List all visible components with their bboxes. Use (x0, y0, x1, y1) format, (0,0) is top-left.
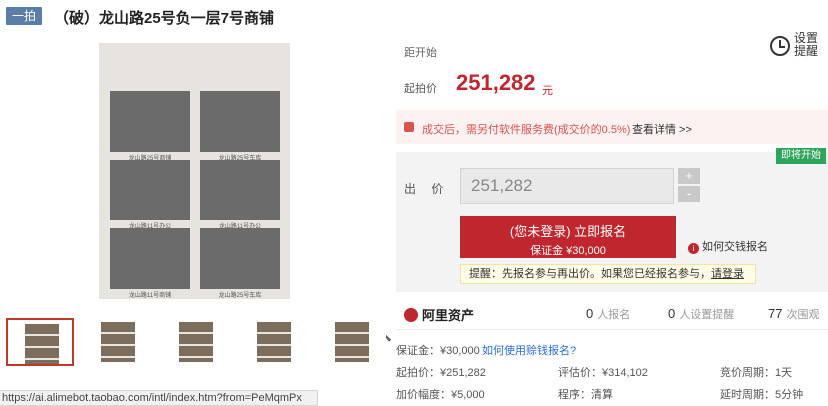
auction-round-tag: 一拍 (6, 7, 43, 25)
views-count: 77 次围观 (768, 306, 820, 321)
bid-area: 即将开始 出 价 251,282 + - (您未登录) 立即报名 保证金 ¥30… (396, 148, 828, 292)
photo-cell: 龙山路25号车库 (200, 91, 280, 162)
page-title: （破）龙山路25号负一层7号商铺 (54, 10, 275, 27)
ali-assets-logo-icon (404, 308, 418, 322)
view-details-link[interactable]: 查看详情 >> (632, 121, 692, 137)
status-badge: 即将开始 (776, 148, 826, 164)
service-fee-text: 成交后，需另付软件服务费(成交价的0.5%) (422, 124, 631, 136)
start-price-info: 起拍价：¥251,282 (396, 367, 486, 379)
set-reminder-button[interactable]: 设置提醒 (770, 31, 826, 68)
info-icon: i (688, 243, 699, 254)
login-link[interactable]: 请登录 (711, 268, 744, 280)
appraisal-info: 评估价：¥314,102 (558, 367, 648, 379)
signup-deposit-label: 保证金 ¥30,000 (530, 245, 606, 257)
thumbnail[interactable] (240, 318, 308, 366)
procedure-info: 程序：清算 (558, 389, 613, 401)
property-photo: 龙山路25号商铺 龙山路25号车库 龙山路11号办公 龙山路11号办公 龙山路1… (99, 43, 290, 299)
alarm-clock-icon (770, 36, 790, 56)
reminders-count: 0 人设置提醒 (668, 306, 735, 321)
photo-cell: 龙山路11号商铺 (110, 228, 190, 299)
increase-bid-button[interactable]: + (678, 168, 700, 184)
stats-row: 阿里资产 0 人报名 0 人设置提醒 77 次围观 (396, 300, 828, 330)
increment-info: 加价幅度：¥5,000 (396, 389, 485, 401)
link-status-bar: https://ai.alimebot.taobao.com/intl/inde… (0, 390, 318, 406)
main-image[interactable]: 龙山路25号商铺 龙山路25号车库 龙山路11号办公 龙山路11号办公 龙山路1… (6, 43, 392, 342)
login-tip-text: 提醒：先报名参与再出价。如果您已经报名参与， (469, 268, 711, 280)
thumbnail[interactable] (318, 318, 386, 366)
credit-signup-link[interactable]: 如何使用赊钱报名? (482, 342, 576, 358)
thumbnail[interactable] (6, 318, 74, 366)
thumbnail[interactable] (84, 318, 152, 366)
how-to-pay-link[interactable]: i 如何交钱报名 (688, 238, 768, 254)
thumbnail-strip (6, 318, 388, 366)
photo-cell: 龙山路11号办公 (110, 159, 190, 230)
start-price-unit: 元 (542, 85, 553, 97)
signup-button-label: (您未登录) 立即报名 (509, 224, 627, 239)
login-tip: 提醒：先报名参与再出价。如果您已经报名参与，请登录 (460, 264, 756, 284)
bid-label: 出 价 (404, 182, 450, 196)
registrants-count: 0 人报名 (586, 306, 631, 321)
photo-cell: 龙山路25号车库 (200, 228, 280, 299)
deposit-info: 保证金：¥30,000 (396, 345, 480, 357)
gift-icon (404, 122, 414, 132)
set-reminder-label: 设置提醒 (794, 31, 819, 58)
bid-price-input[interactable]: 251,282 (460, 168, 674, 204)
photo-cell: 龙山路11号办公 (200, 159, 280, 230)
signup-button[interactable]: (您未登录) 立即报名 保证金 ¥30,000 (460, 216, 676, 258)
bid-period-info: 竞价周期：1天 (720, 367, 793, 379)
start-price-value: 251,282 (456, 70, 536, 95)
service-fee-notice: 成交后，需另付软件服务费(成交价的0.5%) 查看详情 >> (396, 110, 828, 144)
thumbnail[interactable] (162, 318, 230, 366)
title-bar: 一拍 （破）龙山路25号负一层7号商铺 (0, 0, 828, 36)
countdown-label: 距开始 (404, 47, 437, 59)
extension-info: 延时周期：5分钟 (720, 389, 804, 401)
start-price-label: 起拍价 (404, 83, 437, 95)
photo-cell: 龙山路25号商铺 (110, 91, 190, 162)
brand: 阿里资产 (404, 305, 474, 324)
how-to-pay-label: 如何交钱报名 (702, 241, 768, 253)
decrease-bid-button[interactable]: - (678, 186, 700, 202)
